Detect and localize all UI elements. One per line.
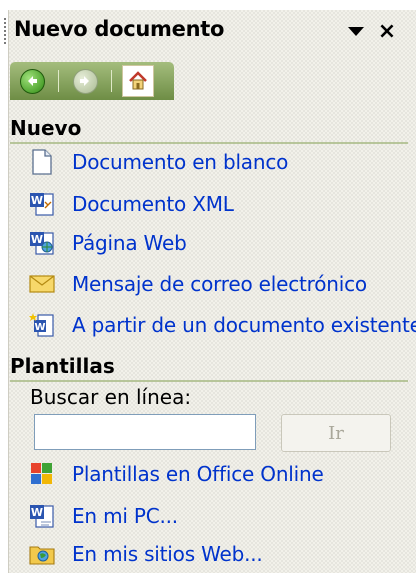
word-xml-document-icon: W xyxy=(28,190,56,218)
go-button[interactable]: Ir xyxy=(281,414,391,452)
close-pane-button[interactable]: × xyxy=(374,16,400,46)
template-search-input[interactable] xyxy=(34,414,256,450)
dropdown-triangle-icon xyxy=(348,26,364,36)
item-label: Página Web xyxy=(72,231,187,255)
item-label: A partir de un documento existente xyxy=(72,313,416,337)
item-label: En mi PC... xyxy=(72,504,178,528)
templates-on-my-websites-link[interactable]: En mis sitios Web... xyxy=(28,538,263,570)
toolbar-separator xyxy=(58,70,59,92)
close-icon: × xyxy=(377,18,397,44)
back-button[interactable] xyxy=(10,64,54,98)
search-online-label: Buscar en línea: xyxy=(30,385,192,409)
home-button[interactable] xyxy=(116,64,160,98)
navigation-toolbar xyxy=(10,62,174,100)
toolbar-separator xyxy=(111,70,112,92)
word-document-icon: W xyxy=(28,502,56,530)
email-envelope-icon xyxy=(28,270,56,298)
blank-document-icon xyxy=(28,148,56,176)
templates-on-my-pc-link[interactable]: W En mi PC... xyxy=(28,500,178,532)
back-arrow-icon xyxy=(19,68,45,94)
item-label: Documento XML xyxy=(72,192,234,216)
svg-text:W: W xyxy=(34,322,45,333)
new-from-existing-document-link[interactable]: W A partir de un documento existente xyxy=(28,309,416,341)
existing-document-icon: W xyxy=(28,311,56,339)
pane-menu-button[interactable] xyxy=(343,16,369,46)
new-email-message-link[interactable]: Mensaje de correo electrónico xyxy=(28,268,367,300)
new-blank-document-link[interactable]: Documento en blanco xyxy=(28,146,288,178)
templates-office-online-link[interactable]: Plantillas en Office Online xyxy=(28,458,324,490)
pane-title: Nuevo documento xyxy=(14,17,225,41)
forward-arrow-icon xyxy=(72,68,98,94)
section-heading-nuevo: Nuevo xyxy=(10,116,408,144)
item-label: Documento en blanco xyxy=(72,150,289,174)
new-xml-document-link[interactable]: W Documento XML xyxy=(28,188,234,220)
section-heading-plantillas: Plantillas xyxy=(10,354,408,382)
home-icon xyxy=(122,65,154,97)
web-page-icon: W xyxy=(28,229,56,257)
forward-button[interactable] xyxy=(63,64,107,98)
item-label: En mis sitios Web... xyxy=(72,542,263,566)
office-online-icon xyxy=(28,460,56,488)
web-folder-icon xyxy=(28,540,56,568)
svg-text:W: W xyxy=(31,194,43,207)
svg-text:W: W xyxy=(31,506,43,519)
item-label: Plantillas en Office Online xyxy=(72,462,324,486)
svg-text:W: W xyxy=(31,233,43,246)
item-label: Mensaje de correo electrónico xyxy=(72,272,367,296)
drag-grip-handle[interactable] xyxy=(4,18,6,44)
new-web-page-link[interactable]: W Página Web xyxy=(28,227,187,259)
